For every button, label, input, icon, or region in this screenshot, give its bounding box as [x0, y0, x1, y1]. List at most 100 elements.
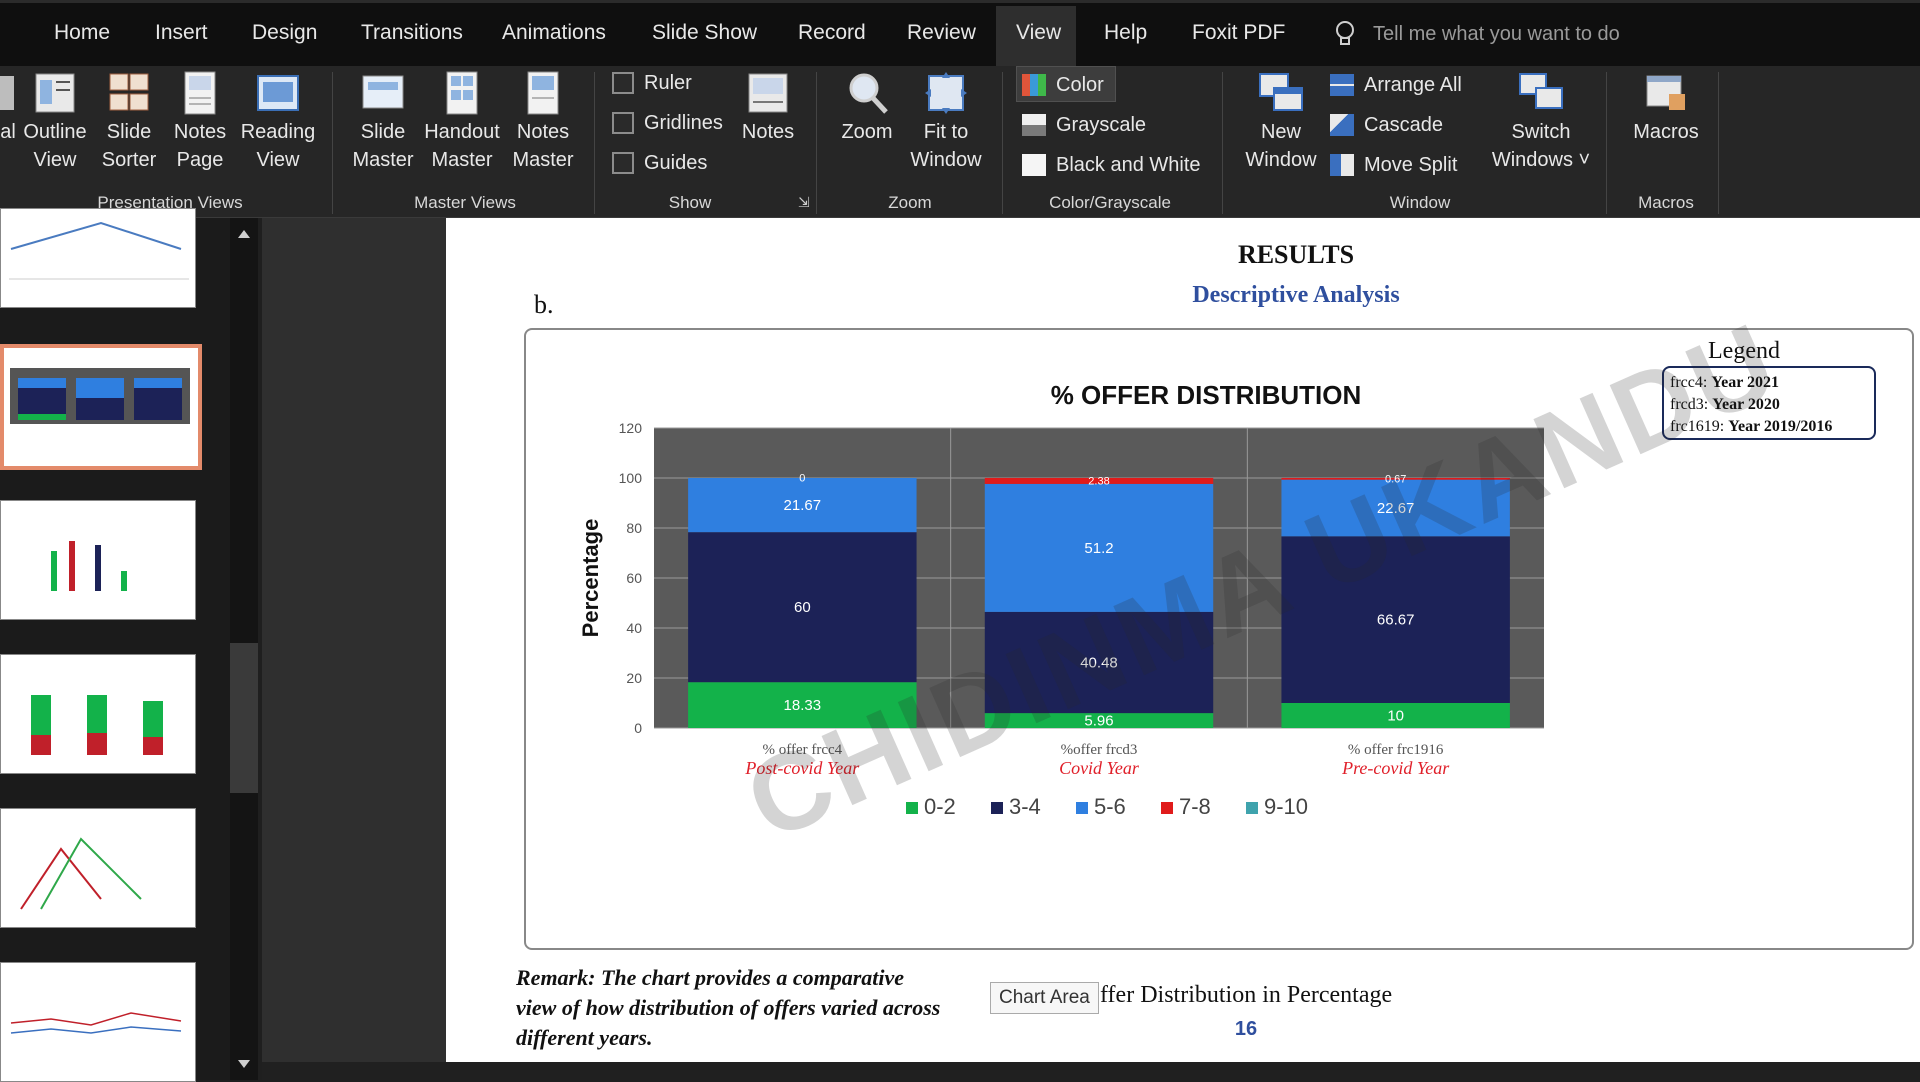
group-label-macros: Macros: [1638, 193, 1694, 212]
new-window-button[interactable]: New Window: [1238, 70, 1324, 174]
tab-view[interactable]: View: [1016, 21, 1061, 45]
y-tick-label: 20: [626, 670, 642, 686]
notes-page-button[interactable]: Notes Page: [170, 70, 230, 174]
tab-design[interactable]: Design: [252, 21, 317, 45]
x-tick-label: % offer frc1916: [1348, 742, 1444, 758]
slide[interactable]: RESULTS Descriptive Analysis b. 0 20 40 60 8…: [446, 218, 1920, 1062]
macros-icon: [1646, 75, 1685, 110]
gridlines-checkbox[interactable]: Gridlines: [612, 106, 723, 140]
handout-master-button[interactable]: Handout Master: [420, 70, 504, 174]
x-tick-label: %offer frcd3: [1061, 742, 1138, 758]
ruler-checkbox[interactable]: Ruler: [612, 66, 692, 100]
scroll-down-icon[interactable]: [238, 1060, 250, 1068]
grayscale-option[interactable]: Grayscale: [1022, 108, 1146, 142]
guides-checkbox[interactable]: Guides: [612, 146, 707, 180]
tab-insert[interactable]: Insert: [155, 21, 208, 45]
data-label: 51.2: [1084, 540, 1113, 557]
slide-master-icon: [362, 75, 404, 109]
slide-sorter-icon: [109, 73, 149, 111]
chart-title[interactable]: % OFFER DISTRIBUTION: [1006, 380, 1406, 411]
thumbnail-scrollbar[interactable]: [230, 218, 258, 1080]
slide-sorter-button[interactable]: Slide Sorter: [98, 70, 160, 174]
y-tick-label: 100: [619, 470, 643, 486]
scrollbar-thumb[interactable]: [230, 643, 258, 793]
group-label-color-grayscale: Color/Grayscale: [1049, 193, 1171, 212]
page-number: 16: [1234, 1018, 1258, 1040]
switch-windows-button[interactable]: Switch Windows ˅: [1486, 70, 1596, 174]
notes-master-icon: [527, 71, 559, 115]
scroll-up-icon[interactable]: [238, 230, 250, 238]
slide-heading: RESULTS: [1237, 240, 1355, 269]
chart-area[interactable]: 0 20 40 60 80 100 120 Percentage 18.33 60 21.67 0 % …: [524, 328, 1914, 950]
tell-me-search[interactable]: Tell me what you want to do: [1373, 23, 1620, 46]
tab-review[interactable]: Review: [907, 21, 976, 45]
color-option[interactable]: Color: [1022, 68, 1104, 102]
y-tick-label: 40: [626, 620, 642, 636]
notes-master-button[interactable]: Notes Master: [508, 70, 578, 174]
legend-swatch: [1246, 802, 1258, 814]
tab-help[interactable]: Help: [1104, 21, 1147, 45]
legend-entry: 7-8: [1179, 794, 1211, 819]
legend-note-line: frcd3: Year 2020: [1670, 396, 1780, 413]
legend-note-line: frc1619: Year 2019/2016: [1670, 418, 1833, 435]
checkbox-icon: [612, 152, 634, 174]
group-separator: [1606, 72, 1607, 214]
zoom-button[interactable]: Zoom: [834, 70, 900, 146]
reading-view-icon: [257, 75, 299, 111]
slide-thumbnail-pane: [0, 208, 230, 1082]
data-label: 2.38: [1088, 476, 1109, 488]
data-label: 66.67: [1377, 612, 1415, 629]
tab-animations[interactable]: Animations: [502, 21, 606, 45]
tab-home[interactable]: Home: [54, 21, 110, 45]
black-white-swatch-icon: [1022, 154, 1046, 176]
legend-entry: 3-4: [1009, 794, 1041, 819]
legend-box-title: Legend: [1708, 338, 1780, 364]
data-label: 10: [1387, 708, 1404, 725]
slide-master-button[interactable]: Slide Master: [348, 70, 418, 174]
reading-view-button[interactable]: Reading View: [238, 70, 318, 174]
notes-button[interactable]: Notes: [736, 70, 800, 146]
switch-windows-icon: [1519, 73, 1563, 109]
black-and-white-option[interactable]: Black and White: [1022, 148, 1201, 182]
normal-view-button[interactable]: al: [0, 70, 16, 146]
outline-view-button[interactable]: Outline View: [22, 70, 88, 174]
legend-swatch: [1161, 802, 1173, 814]
cascade-button[interactable]: Cascade: [1330, 108, 1443, 142]
slide-thumbnail[interactable]: [0, 654, 196, 774]
checkbox-icon: [612, 72, 634, 94]
move-split-button[interactable]: Move Split: [1330, 148, 1457, 182]
slide-thumbnail-selected[interactable]: [0, 344, 202, 470]
y-tick-label: 60: [626, 570, 642, 586]
slide-thumbnail[interactable]: [0, 962, 196, 1082]
arrange-all-button[interactable]: Arrange All: [1330, 68, 1462, 102]
fit-to-window-button[interactable]: Fit to Window: [906, 70, 986, 174]
chart-area-tooltip: Chart Area: [990, 982, 1099, 1014]
x-sublabel: Covid Year: [1059, 758, 1140, 778]
y-tick-label: 0: [634, 720, 642, 736]
group-label-zoom: Zoom: [888, 193, 932, 212]
color-swatch-icon: [1022, 74, 1046, 96]
legend-entry: 5-6: [1094, 794, 1126, 819]
slide-thumbnail[interactable]: [0, 500, 196, 620]
figure-letter: b.: [534, 290, 554, 319]
cascade-icon: [1330, 114, 1354, 136]
legend-note-box[interactable]: frcc4: Year 2021 frcd3: Year 2020 frc161…: [1662, 366, 1876, 440]
tab-foxit-pdf[interactable]: Foxit PDF: [1192, 21, 1285, 45]
group-label-window: Window: [1389, 193, 1451, 212]
dialog-launcher-icon[interactable]: ⇲: [798, 194, 810, 211]
y-tick-label: 120: [619, 420, 643, 436]
slide-thumbnail[interactable]: [0, 208, 196, 308]
move-split-icon: [1330, 154, 1354, 176]
data-label: 5.96: [1084, 713, 1113, 730]
tab-transitions[interactable]: Transitions: [361, 21, 463, 45]
figure-caption: ffer Distribution in Percentage: [1100, 982, 1393, 1008]
legend-swatch: [906, 802, 918, 814]
macros-button[interactable]: Macros: [1622, 70, 1710, 146]
tab-slide-show[interactable]: Slide Show: [652, 21, 757, 45]
notes-page-icon: [184, 71, 216, 115]
slide-thumbnail[interactable]: [0, 808, 196, 928]
x-tick-label: % offer frcc4: [762, 742, 842, 758]
legend-note-line: frcc4: Year 2021: [1670, 374, 1780, 391]
tab-record[interactable]: Record: [798, 21, 866, 45]
group-separator: [1002, 72, 1003, 214]
